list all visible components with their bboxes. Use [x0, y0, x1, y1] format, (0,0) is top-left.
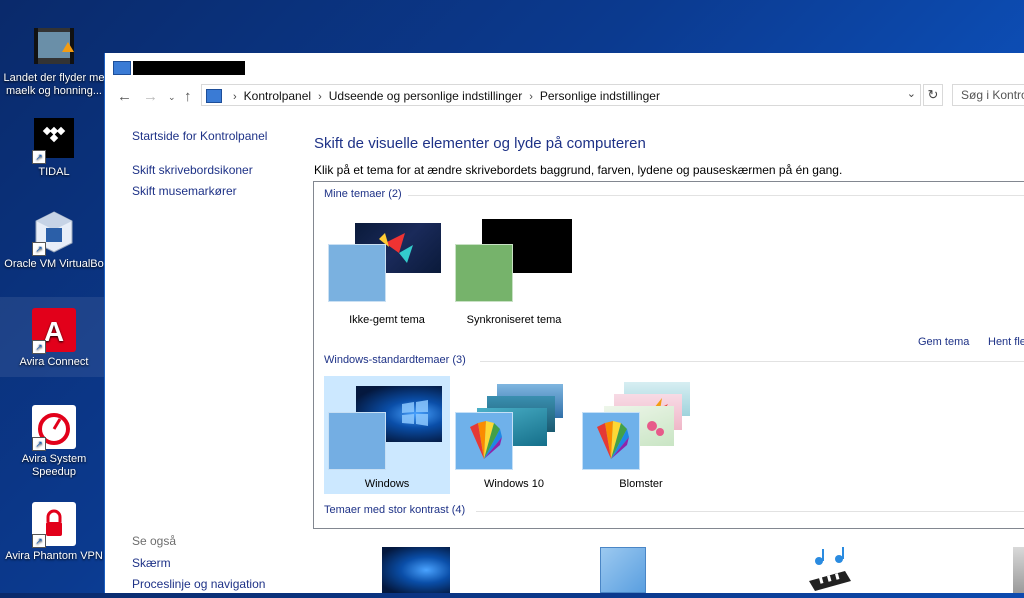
- color-icon[interactable]: [600, 547, 646, 593]
- group-divider: [476, 511, 1024, 512]
- theme-label: Synkroniseret tema: [466, 314, 562, 326]
- virtualbox-icon: ↗: [32, 210, 76, 256]
- breadcrumb-separator-icon[interactable]: ›: [529, 91, 533, 103]
- desktop-icon-label: Speedup: [31, 466, 77, 478]
- address-dropdown-chevron-icon[interactable]: ⌄: [907, 87, 916, 100]
- color-swatch: [328, 412, 386, 470]
- up-arrow-icon[interactable]: ↑: [184, 88, 192, 105]
- desktop-icon-label: TIDAL: [38, 166, 70, 178]
- breadcrumb: › Kontrolpanel › Udseende og personlige ind…: [226, 89, 660, 103]
- desktop-icon-label: Avira System: [21, 453, 87, 465]
- breadcrumb-item[interactable]: Udseende og personlige indstillinger: [329, 89, 522, 103]
- desktop-icon-label: Oracle VM VirtualBo: [4, 258, 104, 270]
- page-description: Klik på et tema for at ændre skriveborde…: [314, 163, 843, 177]
- link-taskbar-navigation[interactable]: Proceslinje og navigation: [132, 577, 265, 591]
- breadcrumb-separator-icon: ›: [233, 91, 237, 103]
- page-title: Skift de visuelle elementer og lyde på c…: [314, 135, 646, 152]
- shortcut-arrow-icon: ↗: [32, 150, 46, 164]
- address-bar[interactable]: › Kontrolpanel › Udseende og personlige ind…: [201, 84, 921, 106]
- back-arrow-icon[interactable]: ←: [117, 88, 132, 105]
- sounds-icon[interactable]: [805, 547, 855, 593]
- desktop-icon-avira-speedup[interactable]: ↗ Avira System Speedup: [0, 405, 108, 479]
- desktop-icon-virtualbox[interactable]: ↗ Oracle VM VirtualBo: [0, 210, 108, 271]
- address-row: ← → ⌄ ↑ › Kontrolpanel › Udseende og person…: [105, 83, 1024, 111]
- desktop-icon-video[interactable]: Landet der flyder me maelk og honning...: [0, 24, 108, 98]
- breadcrumb-item[interactable]: Personlige indstillinger: [540, 89, 660, 103]
- personalization-window: ← → ⌄ ↑ › Kontrolpanel › Udseende og person…: [104, 53, 1024, 593]
- desktop-icon-label: maelk og honning...: [5, 85, 102, 97]
- color-swatch: [582, 412, 640, 470]
- avira-vpn-icon: ↗: [32, 502, 76, 548]
- desktop-icon-label: Avira Phantom VPN: [5, 550, 103, 562]
- shortcut-arrow-icon: ↗: [32, 534, 46, 548]
- color-wheel-icon: [597, 421, 629, 459]
- link-change-desktop-icons[interactable]: Skift skrivebordsikoner: [132, 163, 253, 177]
- link-control-panel-home[interactable]: Startside for Kontrolpanel: [132, 129, 267, 143]
- group-divider: [408, 195, 1024, 196]
- theme-unsaved[interactable]: Ikke-gemt tema: [324, 212, 450, 330]
- theme-synced[interactable]: Synkroniseret tema: [451, 212, 577, 330]
- see-also-heading: Se også: [132, 534, 177, 548]
- group-divider: [480, 361, 1024, 362]
- control-panel-icon: [113, 61, 131, 75]
- window-title-redacted: [133, 61, 245, 75]
- link-display[interactable]: Skærm: [132, 556, 171, 570]
- video-file-icon: [32, 24, 76, 68]
- theme-label: Ikke-gemt tema: [349, 314, 425, 326]
- screen-saver-icon[interactable]: [1013, 547, 1024, 593]
- color-swatch: [328, 244, 386, 302]
- theme-windows[interactable]: Windows: [324, 376, 450, 494]
- avira-connect-icon: A ↗: [32, 308, 76, 354]
- group-header-my-themes: Mine temaer (2): [324, 188, 402, 200]
- desktop-icon-avira-connect[interactable]: A ↗ Avira Connect: [0, 308, 108, 369]
- shortcut-arrow-icon: ↗: [32, 340, 46, 354]
- desktop-icon-avira-vpn[interactable]: ↗ Avira Phantom VPN: [0, 502, 108, 563]
- theme-label: Blomster: [619, 478, 663, 490]
- group-header-high-contrast: Temaer med stor kontrast (4): [324, 504, 466, 516]
- avira-speedup-icon: ↗: [32, 405, 76, 451]
- color-swatch: [455, 412, 513, 470]
- desktop-background-icon[interactable]: [382, 547, 450, 593]
- desktop-icon-label: Avira Connect: [19, 356, 89, 368]
- control-panel-icon: [206, 89, 222, 103]
- group-header-windows-themes: Windows-standardtemaer (3): [324, 354, 466, 366]
- theme-label: Windows: [364, 478, 410, 490]
- search-input[interactable]: Søg i Kontrolpanel: [952, 84, 1024, 106]
- link-change-mouse-pointers[interactable]: Skift musemarkører: [132, 184, 237, 198]
- breadcrumb-item[interactable]: Kontrolpanel: [244, 89, 311, 103]
- theme-windows-10[interactable]: Windows 10: [451, 376, 577, 494]
- save-theme-link[interactable]: Gem tema: [918, 336, 969, 348]
- desktop-icon-tidal[interactable]: ↗ TIDAL: [0, 118, 108, 179]
- theme-label: Windows 10: [484, 478, 544, 490]
- shortcut-arrow-icon: ↗: [32, 437, 46, 451]
- tidal-icon: ↗: [32, 118, 76, 164]
- desktop-icon-label: Landet der flyder me: [3, 72, 105, 84]
- color-wheel-icon: [470, 421, 502, 459]
- theme-list: Mine temaer (2) Ikke-gemt tema Synkronis…: [313, 181, 1024, 529]
- recent-locations-chevron-icon[interactable]: ⌄: [168, 92, 176, 103]
- forward-arrow-icon[interactable]: →: [143, 88, 158, 105]
- title-bar[interactable]: [105, 53, 1024, 83]
- theme-flowers[interactable]: Blomster: [578, 376, 704, 494]
- svg-text:A: A: [44, 316, 64, 347]
- shortcut-arrow-icon: ↗: [32, 242, 46, 256]
- color-swatch: [455, 244, 513, 302]
- get-more-themes-link[interactable]: Hent fle: [988, 336, 1024, 348]
- breadcrumb-separator-icon[interactable]: ›: [318, 91, 322, 103]
- refresh-button[interactable]: ↻: [923, 84, 943, 106]
